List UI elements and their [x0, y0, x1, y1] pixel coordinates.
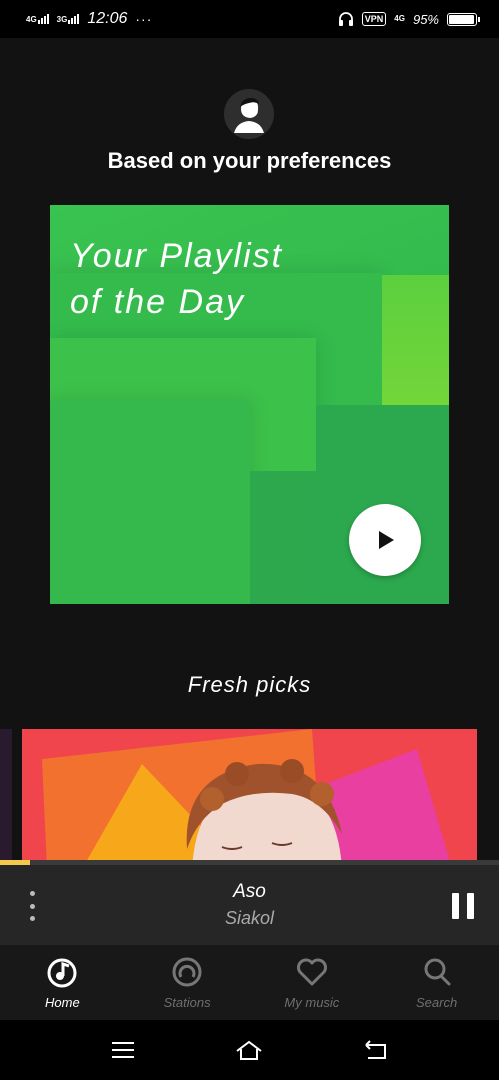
- back-icon[interactable]: [361, 1037, 391, 1063]
- vpn-icon: VPN: [361, 12, 387, 26]
- stations-icon: [172, 957, 202, 987]
- heart-icon: [296, 958, 327, 986]
- bottom-navigation: Home Stations My music Search: [0, 945, 499, 1020]
- user-avatar[interactable]: [224, 89, 274, 139]
- network-type: 4G: [26, 15, 37, 24]
- user-silhouette-icon: [224, 89, 274, 139]
- signal-icon: [37, 14, 49, 24]
- nav-label: Stations: [163, 995, 211, 1010]
- nav-label: Home: [45, 995, 80, 1010]
- signal-3g: 3G: [57, 14, 80, 24]
- mini-player[interactable]: Aso Siakol: [0, 865, 499, 945]
- home-icon[interactable]: [234, 1037, 264, 1063]
- signal-icon: [68, 14, 80, 24]
- more-notifications-icon: ···: [135, 11, 153, 27]
- menu-icon[interactable]: [108, 1037, 138, 1063]
- data-4g-icon: 4G: [394, 14, 405, 23]
- play-icon: [379, 531, 394, 549]
- home-feed[interactable]: Based on your preferences Your Playlist …: [0, 38, 499, 860]
- playlist-of-the-day-card[interactable]: Your Playlist of the Day: [50, 205, 449, 604]
- previous-card-edge[interactable]: [0, 729, 12, 860]
- home-music-icon: [47, 958, 77, 988]
- nav-search[interactable]: Search: [374, 945, 499, 1020]
- play-button[interactable]: [349, 504, 421, 576]
- playlist-title: Your Playlist of the Day: [70, 237, 284, 321]
- system-navigation: [0, 1020, 499, 1080]
- track-title: Aso: [233, 881, 266, 902]
- headphones-icon: [338, 12, 353, 26]
- battery-icon: [447, 12, 480, 26]
- network-type: 3G: [56, 15, 68, 24]
- nav-label: My music: [284, 995, 340, 1010]
- clock: 12:06: [87, 10, 128, 27]
- nav-label: Search: [416, 995, 458, 1010]
- battery-percent: 95%: [412, 11, 439, 27]
- signal-4g: 4G: [26, 14, 49, 24]
- status-bar: 4G 3G 12:06 ··· VPN 4G 95%: [0, 0, 499, 38]
- pause-button[interactable]: [452, 893, 474, 919]
- section-heading: Based on your preferences: [107, 148, 392, 173]
- fresh-picks-artwork: [22, 729, 477, 860]
- artwork-layer: [50, 401, 250, 604]
- nav-stations[interactable]: Stations: [125, 945, 250, 1020]
- artwork-layer: [382, 275, 449, 405]
- search-icon: [424, 958, 451, 986]
- fresh-picks-title: Fresh picks: [187, 672, 312, 697]
- artwork-layer: [250, 471, 316, 604]
- nav-my-music[interactable]: My music: [250, 945, 375, 1020]
- nav-home[interactable]: Home: [0, 945, 125, 1020]
- fresh-picks-card[interactable]: [22, 729, 477, 860]
- track-artist: Siakol: [224, 908, 275, 928]
